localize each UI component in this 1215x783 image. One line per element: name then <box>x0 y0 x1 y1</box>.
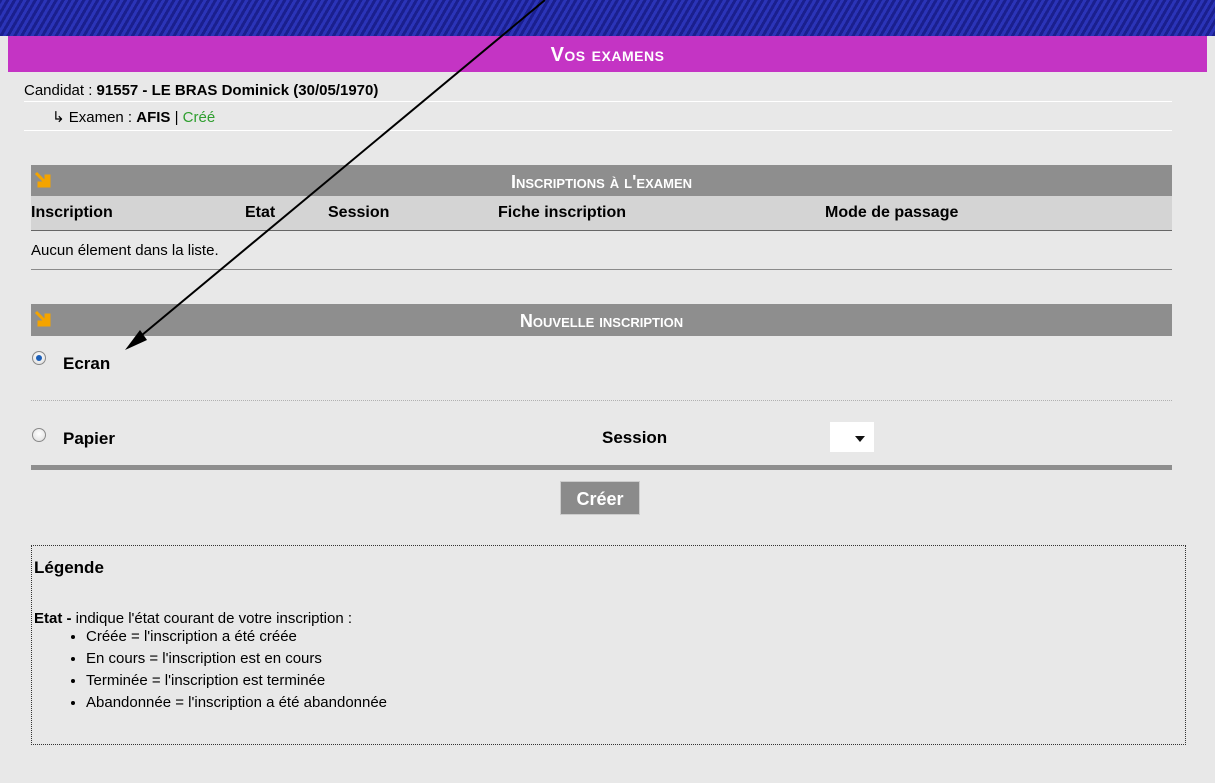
column-header-fiche[interactable]: Fiche inscription <box>498 204 626 222</box>
registrations-section-title: Inscriptions à l'examen <box>510 172 693 192</box>
radio-papier[interactable] <box>32 428 46 442</box>
session-select[interactable] <box>830 422 874 452</box>
chevron-down-icon <box>855 436 865 442</box>
arrow-down-right-icon[interactable] <box>33 308 53 328</box>
new-registration-section-title: Nouvelle inscription <box>519 311 684 331</box>
top-decorative-band <box>0 0 1215 36</box>
radio-ecran-label[interactable]: Ecran <box>63 354 110 374</box>
legend-etat-text: indique l'état courant de votre inscript… <box>71 610 353 627</box>
page-title: Vos examens <box>8 36 1207 72</box>
legend-item: En cours = l'inscription est en cours <box>86 648 387 670</box>
legend-title: Légende <box>34 558 104 577</box>
radio-ecran[interactable] <box>32 351 46 365</box>
empty-list-message: Aucun élement dans la liste. <box>31 242 219 259</box>
column-header-session[interactable]: Session <box>328 204 389 222</box>
legend-list: Créée = l'inscription a été créée En cou… <box>50 626 387 714</box>
legend-item: Abandonnée = l'inscription a été abandon… <box>86 692 387 714</box>
arrow-down-right-icon[interactable] <box>33 169 53 189</box>
column-header-mode[interactable]: Mode de passage <box>825 204 958 222</box>
session-label: Session <box>602 428 668 447</box>
legend-etat-description: Etat - indique l'état courant de votre i… <box>34 610 352 627</box>
divider <box>24 130 1172 131</box>
exam-info: ↳ Examen : AFIS | Créé <box>52 108 215 126</box>
divider <box>24 101 1172 102</box>
candidate-info: Candidat : 91557 - LE BRAS Dominick (30/… <box>24 82 378 99</box>
candidate-value: 91557 - LE BRAS Dominick (30/05/1970) <box>96 82 379 99</box>
column-header-inscription[interactable]: Inscription <box>31 204 113 222</box>
create-button[interactable]: Créer <box>560 481 640 515</box>
column-header-etat[interactable]: Etat <box>245 204 275 222</box>
registrations-table-header: Inscription Etat Session Fiche inscripti… <box>31 196 1172 231</box>
legend-box: Légende Etat - indique l'état courant de… <box>31 545 1186 745</box>
legend-etat-label: Etat - <box>34 610 72 627</box>
divider <box>31 465 1172 470</box>
radio-papier-label[interactable]: Papier <box>63 429 115 449</box>
exam-status: Créé <box>182 109 216 126</box>
legend-item: Terminée = l'inscription est terminée <box>86 670 387 692</box>
new-registration-section-header: Nouvelle inscription <box>31 304 1172 336</box>
exam-separator: | <box>170 109 183 126</box>
legend-item: Créée = l'inscription a été créée <box>86 626 387 648</box>
exam-prefix: ↳ Examen : <box>52 109 137 126</box>
registrations-section-header: Inscriptions à l'examen <box>31 165 1172 197</box>
candidate-label: Candidat : <box>24 82 97 99</box>
exam-name: AFIS <box>136 109 171 126</box>
divider <box>31 269 1172 270</box>
dotted-divider <box>31 400 1172 401</box>
